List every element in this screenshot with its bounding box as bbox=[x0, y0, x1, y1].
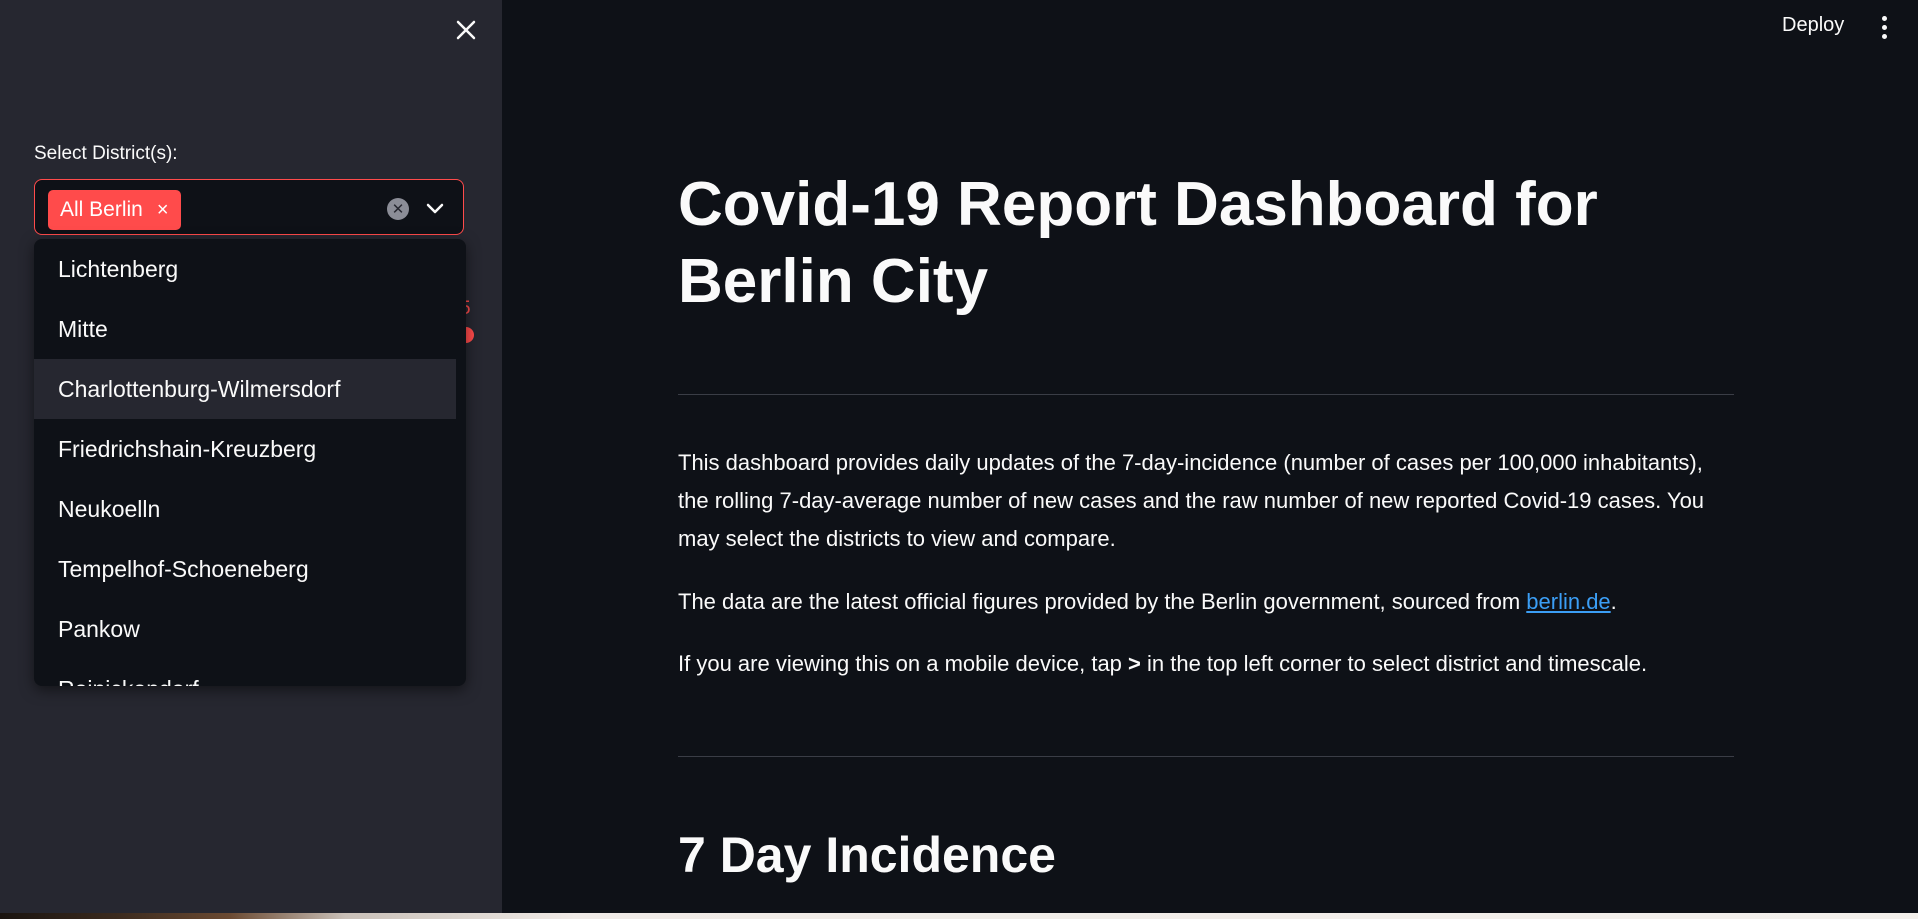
berlin-de-link[interactable]: berlin.de bbox=[1526, 589, 1610, 614]
tag-remove-icon[interactable]: × bbox=[157, 199, 169, 222]
intro-paragraph: This dashboard provides daily updates of… bbox=[678, 450, 1705, 551]
page-title: Covid-19 Report Dashboard for Berlin Cit… bbox=[678, 170, 1598, 316]
option-reinickendorf[interactable]: Reinickendorf bbox=[34, 659, 456, 686]
mobile-hint-symbol: > bbox=[1128, 651, 1141, 676]
district-select-label: Select District(s): bbox=[34, 143, 178, 164]
clear-all-icon[interactable]: ✕ bbox=[387, 198, 409, 220]
section-heading-7-day-incidence: 7 Day Incidence bbox=[678, 827, 1056, 883]
option-friedrichshain-kreuzberg[interactable]: Friedrichshain-Kreuzberg bbox=[34, 419, 456, 479]
selected-tag-all-berlin: All Berlin × bbox=[48, 190, 181, 230]
option-lichtenberg[interactable]: Lichtenberg bbox=[34, 239, 456, 299]
district-multiselect[interactable]: All Berlin × ✕ bbox=[34, 179, 464, 235]
source-paragraph: The data are the latest official figures… bbox=[678, 583, 1734, 621]
option-pankow[interactable]: Pankow bbox=[34, 599, 456, 659]
option-charlottenburg-wilmersdorf[interactable]: Charlottenburg-Wilmersdorf bbox=[34, 359, 456, 419]
tag-label: All Berlin bbox=[60, 198, 143, 221]
deploy-button[interactable]: Deploy bbox=[1782, 14, 1844, 37]
divider-top bbox=[678, 394, 1734, 395]
close-sidebar-button[interactable] bbox=[450, 14, 482, 46]
sidebar: Select District(s): 5 All Berlin × ✕ Lic… bbox=[0, 0, 502, 913]
district-dropdown-list: Lichtenberg Mitte Charlottenburg-Wilmers… bbox=[34, 239, 466, 686]
divider-bottom bbox=[678, 756, 1734, 757]
source-text: The data are the latest official figures… bbox=[678, 589, 1527, 614]
mobile-hint-suffix: in the top left corner to select distric… bbox=[1140, 651, 1648, 676]
option-tempelhof-schoeneberg[interactable]: Tempelhof-Schoeneberg bbox=[34, 539, 456, 599]
source-suffix: . bbox=[1610, 589, 1617, 614]
close-icon bbox=[456, 20, 476, 40]
main-menu-kebab-icon[interactable] bbox=[1874, 12, 1894, 42]
option-neukoelln[interactable]: Neukoelln bbox=[34, 479, 456, 539]
chevron-down-icon[interactable] bbox=[423, 196, 447, 220]
mobile-hint-text: If you are viewing this on a mobile devi… bbox=[678, 651, 1129, 676]
mobile-hint-paragraph: If you are viewing this on a mobile devi… bbox=[678, 645, 1734, 683]
option-mitte[interactable]: Mitte bbox=[34, 299, 456, 359]
taskbar-strip bbox=[0, 913, 1918, 919]
